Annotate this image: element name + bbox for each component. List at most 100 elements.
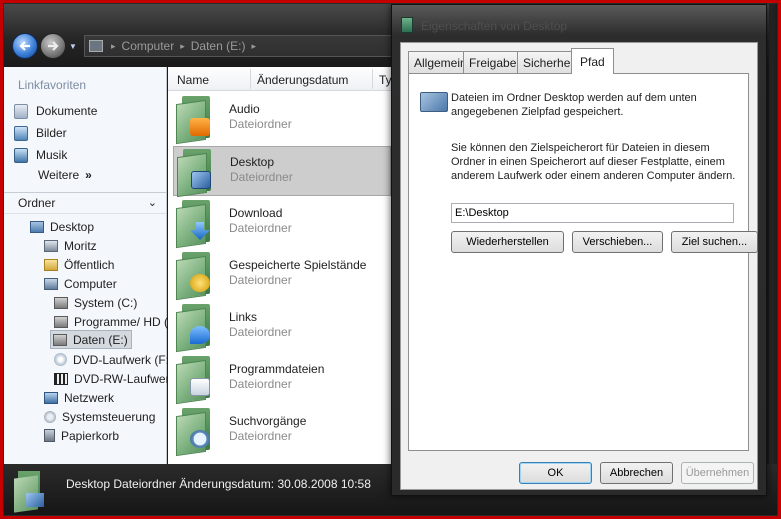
file-type: Dateiordner [229,221,292,235]
column-divider[interactable] [372,69,373,89]
folders-heading: Ordner [18,196,56,210]
folder-icon [44,258,58,271]
arrow-right-icon [48,41,59,51]
breadcrumb-separator-icon[interactable]: ▸ [111,41,116,52]
tree-item-desktop[interactable]: Desktop [30,217,94,236]
restore-default-button[interactable]: Wiederherstellen [451,231,564,253]
dialog-title: Eigenschaften von Desktop [421,19,568,33]
move-button[interactable]: Verschieben... [572,231,663,253]
target-path-input[interactable] [451,203,734,223]
favorites-heading: Linkfavoriten [18,78,87,92]
forward-button[interactable] [40,33,66,59]
path-instructions: Sie können den Zielspeicherort für Datei… [451,142,736,182]
find-target-button[interactable]: Ziel suchen... [671,231,758,253]
folder-icon [14,471,48,513]
apply-button: Übernehmen [681,462,754,484]
tree-item-public[interactable]: Öffentlich [44,255,114,274]
more-label: Weitere [38,168,80,182]
pictures-icon [14,125,28,141]
file-name: Suchvorgänge [229,414,307,428]
file-row-program-files[interactable]: Programmdateien Dateiordner [173,354,391,405]
folder-icon [176,408,216,457]
tree-item-network[interactable]: Netzwerk [44,388,114,407]
tree-label: Daten (E:) [73,332,128,347]
file-name: Links [229,310,258,324]
folder-icon [176,200,216,249]
file-type: Dateiordner [230,170,293,184]
folder-icon [176,96,216,145]
breadcrumb-drive[interactable]: Daten (E:) [191,39,246,53]
tree-item-control-panel[interactable]: Systemsteuerung [44,407,155,426]
favorite-music[interactable]: Musik [14,146,67,164]
recycle-bin-icon [44,429,55,442]
chevron-down-icon[interactable]: ⌄ [148,196,157,209]
tab-path[interactable]: Pfad [571,48,614,74]
tree-item-dvd-rw[interactable]: DVD-RW-Laufwer [54,369,170,388]
column-header-row: Name Änderungsdatum Typ [168,67,398,91]
breadcrumb-computer[interactable]: Computer [122,39,175,53]
file-type: Dateiordner [229,273,292,287]
tree-label: Moritz [64,238,97,253]
tree-item-computer[interactable]: Computer [44,274,117,293]
tree-item-user[interactable]: Moritz [44,236,97,255]
tree-item-drive-d[interactable]: Programme/ HD ( [54,312,168,331]
recent-pages-dropdown-icon[interactable]: ▼ [69,42,77,51]
favorite-pictures[interactable]: Bilder [14,124,67,142]
file-row-audio[interactable]: Audio Dateiordner [173,94,391,145]
computer-icon [44,277,58,290]
ok-button[interactable]: OK [519,462,592,484]
file-row-saved-games[interactable]: Gespeicherte Spielstände Dateiordner [173,250,391,301]
favorite-label: Bilder [36,126,67,140]
double-chevron-icon: » [85,168,92,182]
computer-icon [89,40,103,52]
tree-item-drive-c[interactable]: System (C:) [54,293,137,312]
cancel-button[interactable]: Abbrechen [600,462,673,484]
tree-item-dvd-f[interactable]: DVD-Laufwerk (F:) [54,350,173,369]
tree-label: Netzwerk [64,390,115,405]
tree-label: Desktop [50,219,95,234]
drive-icon [54,296,68,309]
column-divider[interactable] [250,69,251,89]
explorer-window: ▼ ▸ Computer ▸ Daten (E:) ▸ Linkfavorite… [3,3,778,516]
address-bar[interactable]: ▸ Computer ▸ Daten (E:) ▸ [84,35,396,57]
tree-label: Systemsteuerung [62,409,156,424]
file-row-download[interactable]: Download Dateiordner [173,198,391,249]
documents-icon [14,103,28,119]
favorite-label: Dokumente [36,104,98,118]
tree-label: Papierkorb [61,428,120,443]
tree-label: Öffentlich [64,257,115,272]
tree-item-drive-e[interactable]: Daten (E:) [50,330,132,349]
folder-icon [177,149,217,198]
desktop-icon [30,220,44,233]
path-description: Dateien im Ordner Desktop werden auf dem… [451,92,697,118]
file-list: Audio Dateiordner Desktop Dateiordner Do… [168,91,398,464]
tree-item-recycle-bin[interactable]: Papierkorb [44,426,119,445]
breadcrumb-separator-icon[interactable]: ▸ [180,41,185,52]
folder-icon [401,17,413,33]
file-name: Programmdateien [229,362,325,376]
file-type: Dateiordner [229,325,292,339]
favorite-label: Musik [36,148,68,162]
drive-icon [54,315,68,328]
file-row-links[interactable]: Links Dateiordner [173,302,391,353]
window-edge [769,4,777,464]
network-icon [44,391,58,404]
folders-header[interactable]: Ordner ⌄ [4,192,166,214]
breadcrumb-separator-icon[interactable]: ▸ [251,41,256,52]
dvd-drive-icon [54,353,67,366]
file-name: Download [229,206,283,220]
properties-dialog: Eigenschaften von Desktop Allgemein Frei… [391,4,767,496]
column-header-name[interactable]: Name [177,73,209,87]
file-type: Dateiordner [229,117,292,131]
favorites-more-link[interactable]: Weitere » [38,168,92,182]
tree-label: DVD-RW-Laufwer [74,371,170,386]
column-header-date[interactable]: Änderungsdatum [257,73,348,87]
file-row-searches[interactable]: Suchvorgänge Dateiordner [173,406,391,457]
drive-icon [53,333,67,346]
tab-sharing[interactable]: Freigabe [463,51,523,73]
favorite-documents[interactable]: Dokumente [14,102,97,120]
file-name: Desktop [230,155,275,169]
arrow-left-icon [19,41,30,51]
back-button[interactable] [12,33,38,59]
file-row-desktop[interactable]: Desktop Dateiordner [173,146,391,198]
